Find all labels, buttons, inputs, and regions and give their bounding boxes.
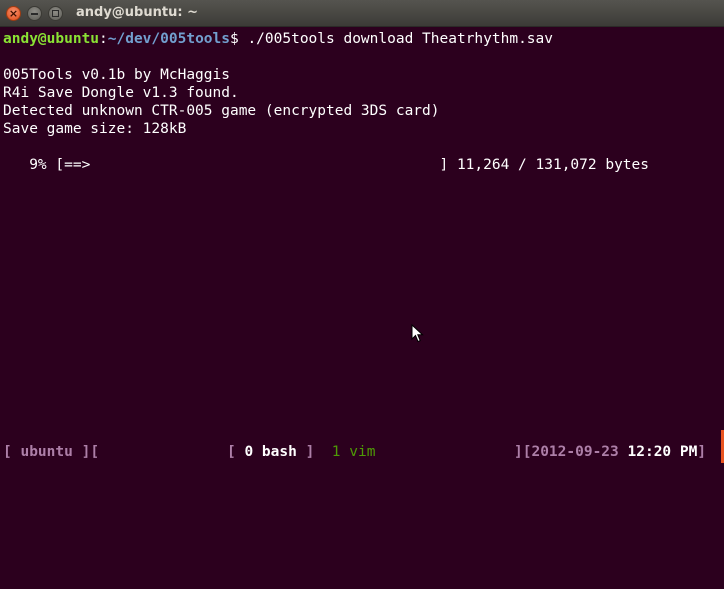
- output-line: R4i Save Dongle v1.3 found.: [3, 85, 239, 101]
- prompt-path: ~/dev/005tools: [107, 31, 230, 47]
- status-bracket: ]: [697, 444, 707, 460]
- terminal-window: × andy@ubuntu: ~ andy@ubuntu:~/dev/005to…: [0, 0, 724, 463]
- status-clock-segment: ][2012-09-23 12:20 PM]: [514, 442, 706, 463]
- status-bracket: [: [227, 444, 245, 460]
- output-line: Detected unknown CTR-005 game (encrypted…: [3, 103, 440, 119]
- minimize-icon: [31, 13, 38, 15]
- status-bracket: ]: [296, 444, 315, 460]
- terminal-area[interactable]: andy@ubuntu:~/dev/005tools$ ./005tools d…: [0, 30, 724, 442]
- prompt-command: ./005tools download Theatrhythm.sav: [238, 31, 553, 47]
- prompt-separator: :: [99, 31, 108, 47]
- maximize-button[interactable]: [48, 6, 63, 21]
- prompt-line: andy@ubuntu:~/dev/005tools$ ./005tools d…: [3, 30, 553, 48]
- status-time: 12:20 PM: [627, 444, 698, 460]
- mouse-pointer-icon: [411, 324, 424, 343]
- title-bar[interactable]: × andy@ubuntu: ~: [0, 0, 724, 27]
- maximize-icon: [52, 10, 59, 17]
- minimize-button[interactable]: [27, 6, 42, 21]
- output-line: Save game size: 128kB: [3, 121, 187, 137]
- status-host-segment: [ ubuntu ][: [3, 442, 99, 463]
- prompt-symbol: $: [229, 31, 239, 47]
- status-bracket: ][: [514, 444, 532, 460]
- progress-line: 9% [==> ] 11,264 / 131,072 bytes: [3, 157, 650, 173]
- prompt-user-host: andy@ubuntu: [3, 31, 100, 47]
- window-title: andy@ubuntu: ~: [76, 5, 198, 20]
- status-date: 2012-09-23: [531, 444, 619, 460]
- status-bar: [ ubuntu ][ [ 0 bash ] 1 vim ][2012-09-2…: [0, 442, 724, 463]
- status-hostname: ubuntu: [20, 444, 73, 460]
- close-button[interactable]: ×: [6, 6, 21, 21]
- status-bracket: ][: [72, 444, 100, 460]
- window-tab-vim[interactable]: 1 vim: [332, 444, 376, 460]
- status-windows-segment: [ 0 bash ] 1 vim: [227, 442, 375, 463]
- window-tab-bash[interactable]: 0 bash: [244, 444, 296, 460]
- output-line: 005Tools v0.1b by McHaggis: [3, 67, 230, 83]
- close-icon: ×: [8, 7, 19, 20]
- status-bracket: [: [3, 444, 21, 460]
